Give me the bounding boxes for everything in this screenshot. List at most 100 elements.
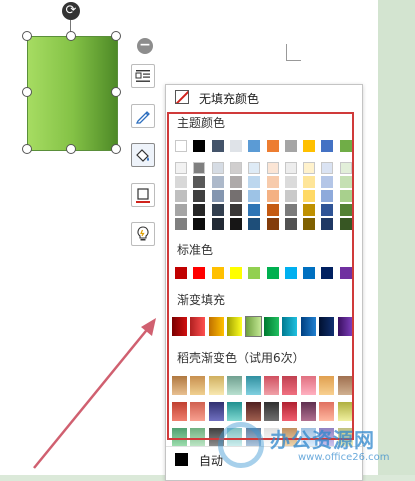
theme-shade-swatch[interactable] bbox=[211, 190, 224, 202]
wps-gradient-swatch[interactable] bbox=[190, 376, 206, 395]
theme-shade-swatch[interactable] bbox=[193, 218, 206, 230]
resize-handle-bottom-center[interactable] bbox=[66, 144, 76, 154]
theme-shade-swatch[interactable] bbox=[266, 176, 279, 188]
smart-tools-button[interactable] bbox=[131, 222, 155, 246]
wps-gradient-swatch[interactable] bbox=[190, 402, 206, 421]
theme-shade-swatch[interactable] bbox=[229, 204, 242, 216]
theme-shade-swatch[interactable] bbox=[229, 176, 242, 188]
resize-handle-top-right[interactable] bbox=[111, 31, 121, 41]
theme-shade-swatch[interactable] bbox=[303, 176, 316, 188]
standard-color-swatch[interactable] bbox=[339, 267, 352, 279]
gradient-swatch[interactable] bbox=[319, 317, 335, 336]
resize-handle-middle-right[interactable] bbox=[111, 87, 121, 97]
standard-color-swatch[interactable] bbox=[248, 267, 261, 279]
wps-gradient-swatch[interactable] bbox=[264, 376, 279, 395]
shape-fill-button[interactable] bbox=[131, 143, 155, 167]
theme-shade-swatch[interactable] bbox=[229, 190, 242, 202]
resize-handle-bottom-left[interactable] bbox=[22, 144, 32, 154]
theme-shade-swatch[interactable] bbox=[211, 162, 224, 174]
theme-shade-swatch[interactable] bbox=[339, 204, 352, 216]
rotate-handle-icon[interactable]: ⟳ bbox=[62, 2, 80, 20]
theme-shade-swatch[interactable] bbox=[193, 204, 206, 216]
wps-gradient-swatch[interactable] bbox=[227, 376, 243, 395]
wps-gradient-swatch[interactable] bbox=[282, 376, 298, 395]
gradient-swatch[interactable] bbox=[300, 317, 316, 336]
theme-shade-swatch[interactable] bbox=[211, 176, 224, 188]
theme-shade-swatch[interactable] bbox=[266, 162, 279, 174]
theme-shade-swatch[interactable] bbox=[303, 218, 316, 230]
wps-gradient-swatch[interactable] bbox=[172, 376, 187, 395]
gradient-swatch[interactable] bbox=[337, 317, 353, 336]
theme-shade-swatch[interactable] bbox=[339, 218, 352, 230]
theme-color-swatch[interactable] bbox=[303, 140, 316, 152]
theme-shade-swatch[interactable] bbox=[284, 204, 297, 216]
gradient-swatch[interactable] bbox=[190, 317, 206, 336]
theme-shade-swatch[interactable] bbox=[211, 204, 224, 216]
theme-color-swatch[interactable] bbox=[193, 140, 206, 152]
theme-shade-swatch[interactable] bbox=[248, 218, 261, 230]
standard-color-swatch[interactable] bbox=[175, 267, 187, 279]
theme-shade-swatch[interactable] bbox=[229, 162, 242, 174]
resize-handle-top-center[interactable] bbox=[66, 31, 76, 41]
shape-outline-button[interactable] bbox=[131, 183, 155, 207]
wps-gradient-swatch[interactable] bbox=[190, 428, 206, 447]
theme-shade-swatch[interactable] bbox=[229, 218, 242, 230]
no-fill-option[interactable]: 无填充颜色 bbox=[166, 85, 362, 111]
standard-color-swatch[interactable] bbox=[266, 267, 279, 279]
resize-handle-top-left[interactable] bbox=[22, 31, 32, 41]
theme-shade-swatch[interactable] bbox=[266, 204, 279, 216]
theme-shade-swatch[interactable] bbox=[193, 162, 206, 174]
theme-shade-swatch[interactable] bbox=[303, 190, 316, 202]
theme-shade-swatch[interactable] bbox=[284, 190, 297, 202]
standard-color-swatch[interactable] bbox=[303, 267, 316, 279]
wps-gradient-swatch[interactable] bbox=[245, 376, 261, 395]
theme-shade-swatch[interactable] bbox=[248, 176, 261, 188]
theme-shade-swatch[interactable] bbox=[193, 176, 206, 188]
theme-shade-swatch[interactable] bbox=[266, 190, 279, 202]
theme-shade-swatch[interactable] bbox=[175, 176, 187, 188]
theme-shade-swatch[interactable] bbox=[284, 162, 297, 174]
selected-rectangle-shape[interactable] bbox=[27, 36, 118, 151]
standard-color-swatch[interactable] bbox=[211, 267, 224, 279]
theme-shade-swatch[interactable] bbox=[248, 204, 261, 216]
standard-color-swatch[interactable] bbox=[193, 267, 206, 279]
wps-gradient-swatch[interactable] bbox=[172, 402, 187, 421]
theme-color-swatch[interactable] bbox=[339, 140, 352, 152]
theme-shade-swatch[interactable] bbox=[339, 190, 352, 202]
theme-shade-swatch[interactable] bbox=[266, 218, 279, 230]
gradient-swatch[interactable] bbox=[244, 316, 262, 337]
wps-gradient-swatch[interactable] bbox=[319, 376, 335, 395]
theme-shade-swatch[interactable] bbox=[211, 218, 224, 230]
theme-color-swatch[interactable] bbox=[229, 140, 242, 152]
wps-gradient-swatch[interactable] bbox=[172, 428, 187, 447]
theme-shade-swatch[interactable] bbox=[193, 190, 206, 202]
theme-shade-swatch[interactable] bbox=[321, 190, 334, 202]
theme-shade-swatch[interactable] bbox=[321, 204, 334, 216]
theme-color-swatch[interactable] bbox=[284, 140, 297, 152]
theme-shade-swatch[interactable] bbox=[339, 176, 352, 188]
resize-handle-middle-left[interactable] bbox=[22, 87, 32, 97]
gradient-swatch[interactable] bbox=[282, 317, 298, 336]
gradient-swatch[interactable] bbox=[172, 317, 187, 336]
theme-shade-swatch[interactable] bbox=[321, 176, 334, 188]
gradient-swatch[interactable] bbox=[264, 317, 279, 336]
layout-options-button[interactable] bbox=[131, 64, 155, 88]
theme-shade-swatch[interactable] bbox=[175, 204, 187, 216]
theme-shade-swatch[interactable] bbox=[303, 204, 316, 216]
standard-color-swatch[interactable] bbox=[321, 267, 334, 279]
theme-color-swatch[interactable] bbox=[248, 140, 261, 152]
resize-handle-bottom-right[interactable] bbox=[111, 144, 121, 154]
theme-color-swatch[interactable] bbox=[321, 140, 334, 152]
theme-shade-swatch[interactable] bbox=[175, 162, 187, 174]
wps-gradient-swatch[interactable] bbox=[208, 376, 224, 395]
theme-color-swatch[interactable] bbox=[175, 140, 187, 152]
theme-shade-swatch[interactable] bbox=[303, 162, 316, 174]
standard-color-swatch[interactable] bbox=[284, 267, 297, 279]
theme-shade-swatch[interactable] bbox=[175, 218, 187, 230]
collapse-toolbar-button[interactable]: − bbox=[137, 38, 153, 54]
gradient-swatch[interactable] bbox=[208, 317, 224, 336]
outline-style-button[interactable] bbox=[131, 104, 155, 128]
theme-color-swatch[interactable] bbox=[266, 140, 279, 152]
wps-gradient-swatch[interactable] bbox=[337, 376, 353, 395]
theme-shade-swatch[interactable] bbox=[248, 162, 261, 174]
